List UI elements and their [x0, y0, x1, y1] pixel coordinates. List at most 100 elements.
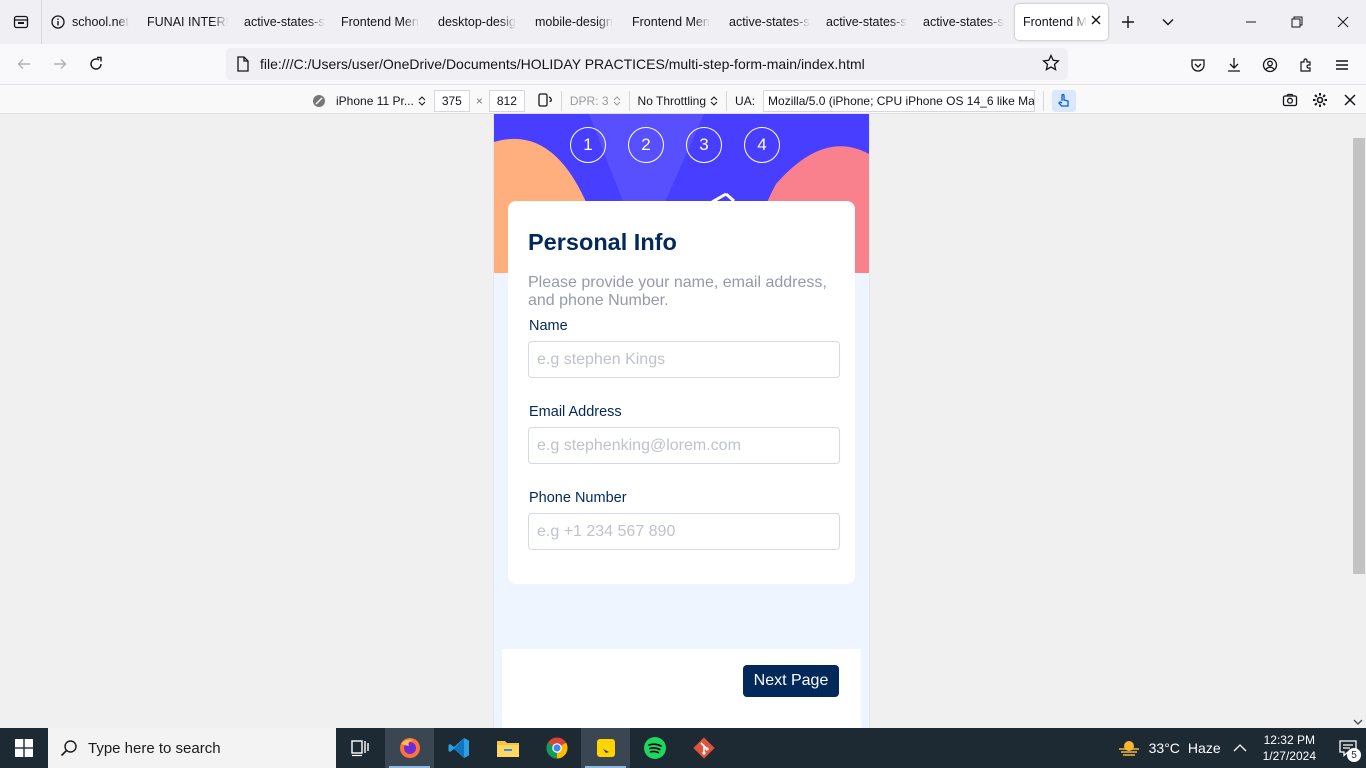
minimize-button[interactable]	[1228, 0, 1274, 44]
tab-title: school.net	[72, 15, 129, 29]
phone-field[interactable]	[528, 513, 840, 550]
tab-frontend-mentor-active[interactable]: Frontend Me	[1015, 4, 1108, 40]
tab-title: active-states-s	[244, 15, 325, 29]
downloads-button[interactable]	[1216, 47, 1252, 83]
tab-active-states[interactable]: active-states-s	[721, 4, 818, 40]
step-2-indicator[interactable]: 2	[628, 127, 664, 163]
spotify-icon	[643, 737, 666, 759]
window-controls	[1228, 0, 1366, 44]
taskbar-search-box[interactable]: Type here to search	[48, 728, 336, 768]
start-button[interactable]	[0, 728, 48, 768]
sticky-notes-icon	[596, 739, 615, 757]
responsive-design-toolbar: iPhone 11 Pr... 375 × 812 DPR: 3 No Thro…	[0, 85, 1366, 114]
back-button[interactable]	[6, 46, 42, 82]
show-hidden-icons-button[interactable]	[1233, 740, 1247, 756]
close-icon	[1344, 94, 1356, 106]
form-footer: Next Page	[502, 649, 861, 728]
bookmark-star-icon[interactable]	[1042, 53, 1060, 75]
download-icon	[1228, 58, 1240, 72]
next-page-button[interactable]: Next Page	[743, 665, 839, 697]
step-4-indicator[interactable]: 4	[744, 127, 780, 163]
device-selector-icon	[313, 95, 325, 107]
forward-button[interactable]	[42, 46, 78, 82]
firefox-view-button[interactable]	[0, 0, 42, 44]
throttling-selector[interactable]: No Throttling	[638, 94, 718, 108]
close-window-button[interactable]	[1320, 0, 1366, 44]
step-3-indicator[interactable]: 3	[686, 127, 722, 163]
taskbar-git[interactable]	[679, 728, 728, 768]
user-agent-input[interactable]: Mozilla/5.0 (iPhone; CPU iPhone OS 14_6 …	[763, 90, 1036, 112]
tab-active-states[interactable]: active-states-s	[818, 4, 915, 40]
gear-icon	[1313, 93, 1327, 107]
tab-frontend-mentor[interactable]: Frontend Men	[624, 4, 721, 40]
scroll-down-arrow-icon[interactable]	[1353, 718, 1363, 726]
list-all-tabs-button[interactable]	[1148, 0, 1188, 44]
tab-funai-intern[interactable]: FUNAI INTERN	[139, 4, 236, 40]
vertical-scrollbar[interactable]	[1349, 114, 1366, 728]
reload-button[interactable]	[78, 46, 114, 82]
haze-sun-icon	[1118, 741, 1139, 756]
taskbar-vscode[interactable]	[434, 728, 483, 768]
minimize-icon	[1246, 21, 1256, 23]
step-1-indicator[interactable]: 1	[570, 127, 606, 163]
clock-time: 12:32 PM	[1263, 733, 1315, 747]
weather-widget[interactable]: 33°C Haze	[1117, 738, 1221, 758]
dpr-selector[interactable]: DPR: 3	[570, 94, 621, 108]
name-label: Name	[529, 318, 568, 334]
account-icon	[1262, 57, 1278, 73]
extensions-button[interactable]	[1288, 47, 1324, 83]
viewport-height-input[interactable]: 812	[488, 90, 525, 112]
tab-title: Frontend Me	[1023, 15, 1087, 29]
new-tab-button[interactable]	[1108, 0, 1148, 44]
address-bar[interactable]: file:///C:/Users/user/OneDrive/Documents…	[226, 48, 1068, 80]
dpr-label: DPR: 3	[569, 94, 609, 108]
divider	[1043, 91, 1045, 111]
hamburger-menu-icon	[1336, 60, 1348, 70]
taskbar-firefox[interactable]	[385, 728, 434, 768]
notification-center-button[interactable]: 5	[1330, 728, 1366, 768]
restore-button[interactable]	[1274, 0, 1320, 44]
dimension-separator: ×	[475, 94, 483, 108]
updown-arrows-icon	[613, 96, 620, 106]
email-field[interactable]	[528, 427, 840, 464]
touch-hand-icon	[1058, 93, 1069, 107]
windows-taskbar: Type here to search 33°C Haze 12:32 PM 1…	[0, 728, 1366, 768]
name-field[interactable]	[528, 341, 840, 378]
divider	[726, 91, 728, 111]
tab-active-states[interactable]: active-states-s	[236, 4, 333, 40]
toolbar-right	[1180, 47, 1360, 83]
taskbar-sticky-notes[interactable]	[581, 728, 630, 768]
rotate-button[interactable]	[537, 92, 553, 111]
close-rdm-button[interactable]	[1338, 88, 1362, 112]
menu-button[interactable]	[1324, 47, 1360, 83]
pocket-button[interactable]	[1180, 47, 1216, 83]
taskbar-apps	[336, 728, 728, 768]
account-button[interactable]	[1252, 47, 1288, 83]
taskbar-file-explorer[interactable]	[483, 728, 532, 768]
search-icon	[60, 740, 77, 757]
viewport-width-input[interactable]: 375	[433, 90, 470, 112]
close-tab-icon[interactable]	[1090, 14, 1102, 29]
settings-button[interactable]	[1308, 88, 1332, 112]
taskbar-clock[interactable]: 12:32 PM 1/27/2024	[1263, 732, 1316, 764]
touch-simulation-button[interactable]	[1052, 90, 1077, 112]
updown-arrows-icon	[418, 96, 426, 106]
scrollbar-thumb[interactable]	[1353, 138, 1365, 574]
tab-frontend-mentor[interactable]: Frontend Men	[333, 4, 430, 40]
device-selector[interactable]: iPhone 11 Pr...	[312, 94, 426, 108]
tab-title: active-states-s	[923, 15, 1004, 29]
chrome-icon	[546, 737, 567, 759]
tab-mobile-design[interactable]: mobile-design	[527, 4, 624, 40]
form-card: Personal Info Please provide your name, …	[508, 201, 855, 584]
chevron-up-icon	[1233, 744, 1247, 752]
notification-count-badge: 5	[1347, 748, 1361, 762]
tab-desktop-design[interactable]: desktop-desig	[430, 4, 527, 40]
tab-school-net[interactable]: school.net	[42, 4, 139, 40]
clock-date: 1/27/2024	[1262, 749, 1316, 763]
taskbar-spotify[interactable]	[630, 728, 679, 768]
task-view-button[interactable]	[336, 728, 385, 768]
taskbar-chrome[interactable]	[532, 728, 581, 768]
windows-logo-icon	[15, 739, 33, 757]
screenshot-button[interactable]	[1278, 88, 1302, 112]
tab-active-states[interactable]: active-states-s	[915, 4, 1012, 40]
